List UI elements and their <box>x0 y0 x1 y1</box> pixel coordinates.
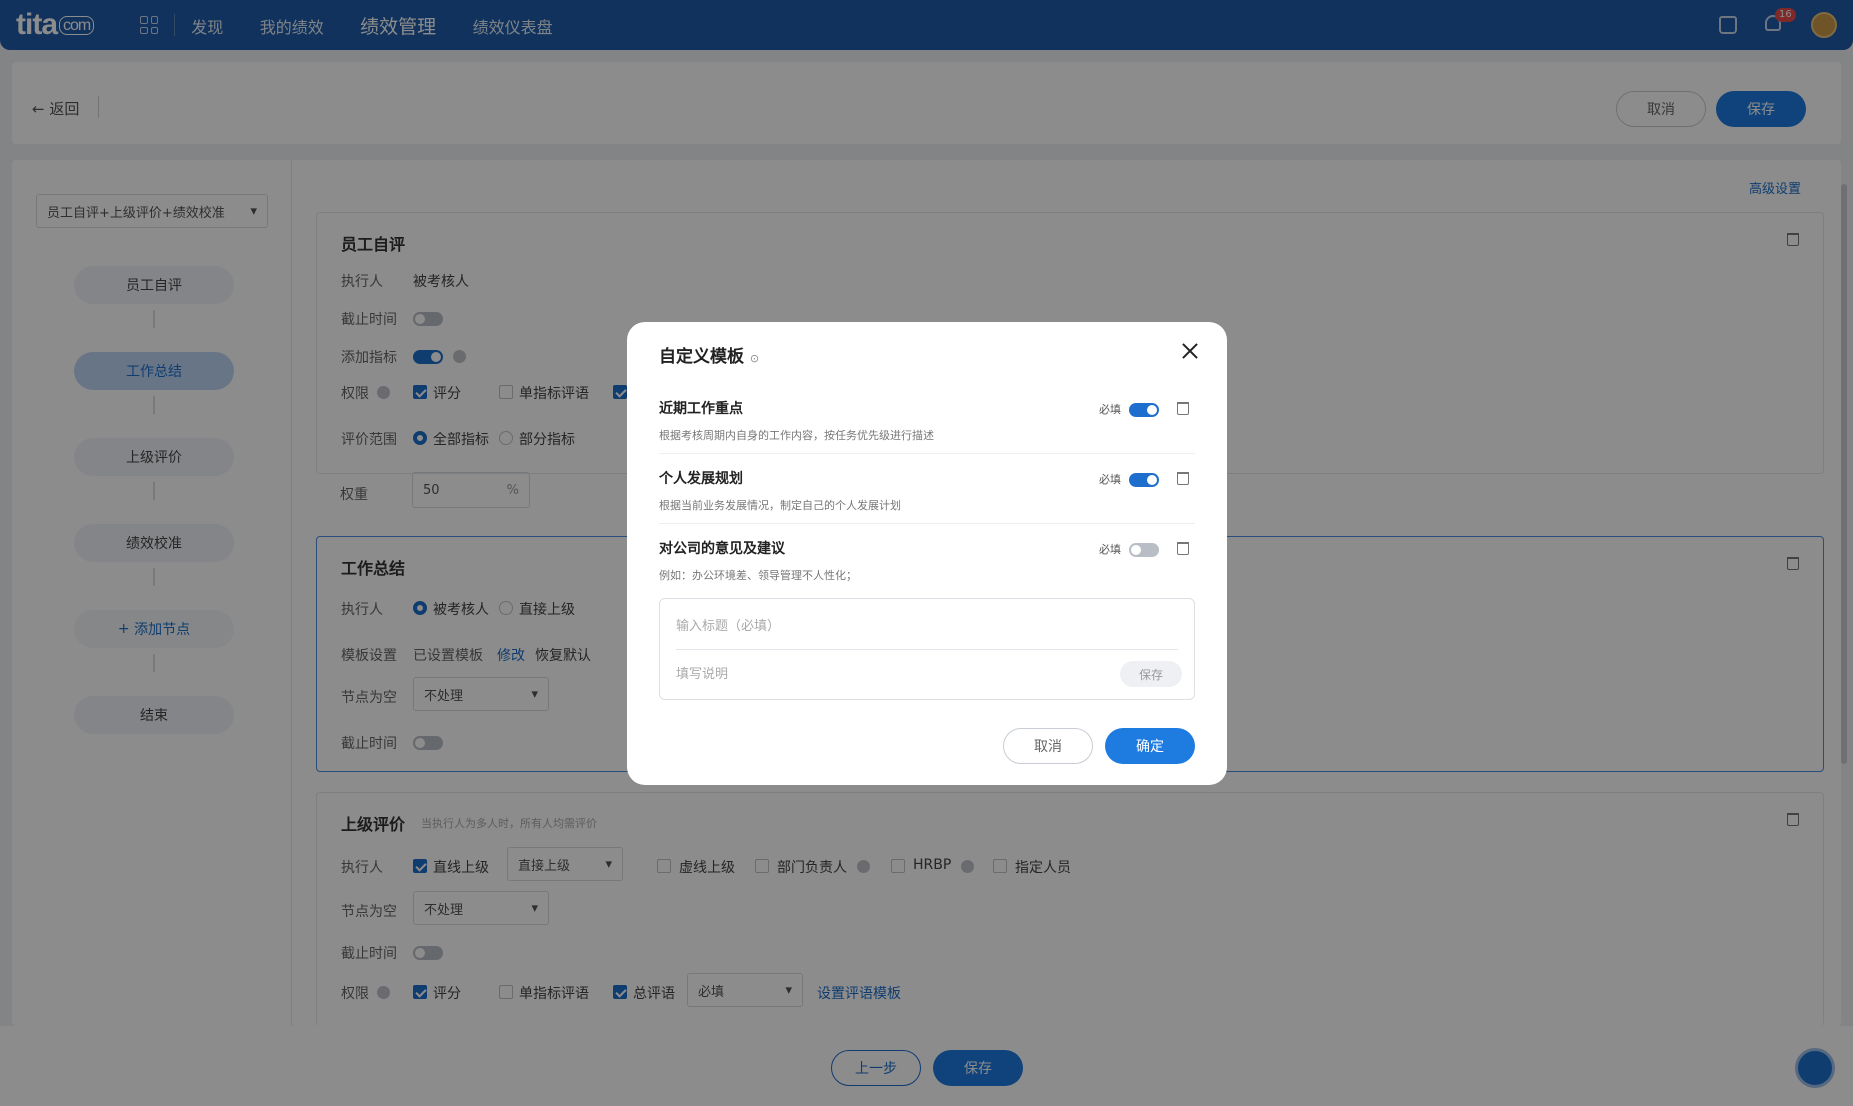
delete-item-icon[interactable] <box>1177 472 1189 485</box>
title-input[interactable]: 输入标题（必填） <box>676 615 780 634</box>
dialog-title: 自定义模板 ⊙ <box>659 347 760 367</box>
new-item-editor: 输入标题（必填） 填写说明 保存 <box>659 598 1195 700</box>
template-item: 近期工作重点 根据考核周期内自身的工作内容，按任务优先级进行描述 必填 <box>659 384 1195 454</box>
required-label: 必填 <box>1099 403 1121 416</box>
info-icon: ⊙ <box>749 352 760 365</box>
item-desc: 根据当前业务发展情况，制定自己的个人发展计划 <box>659 499 901 512</box>
item-desc: 根据考核周期内自身的工作内容，按任务优先级进行描述 <box>659 429 934 442</box>
required-toggle[interactable] <box>1129 543 1159 557</box>
template-item: 对公司的意见及建议 例如：办公环境差、领导管理不人性化； 必填 <box>659 524 1195 594</box>
description-input[interactable]: 填写说明 <box>676 663 728 682</box>
item-title: 个人发展规划 <box>659 471 743 487</box>
close-icon[interactable] <box>1181 342 1199 360</box>
item-title: 对公司的意见及建议 <box>659 541 785 557</box>
required-label: 必填 <box>1099 473 1121 486</box>
required-label: 必填 <box>1099 543 1121 556</box>
required-toggle[interactable] <box>1129 403 1159 417</box>
required-toggle[interactable] <box>1129 473 1159 487</box>
custom-template-dialog: 自定义模板 ⊙ 近期工作重点 根据考核周期内自身的工作内容，按任务优先级进行描述… <box>627 322 1227 785</box>
item-desc: 例如：办公环境差、领导管理不人性化； <box>659 569 857 582</box>
dialog-confirm-button[interactable]: 确定 <box>1105 728 1195 764</box>
dialog-cancel-button[interactable]: 取消 <box>1003 728 1093 764</box>
input-divider <box>676 649 1178 650</box>
delete-item-icon[interactable] <box>1177 402 1189 415</box>
item-title: 近期工作重点 <box>659 401 743 417</box>
delete-item-icon[interactable] <box>1177 542 1189 555</box>
inline-save-button[interactable]: 保存 <box>1120 661 1182 687</box>
template-item: 个人发展规划 根据当前业务发展情况，制定自己的个人发展计划 必填 <box>659 454 1195 524</box>
